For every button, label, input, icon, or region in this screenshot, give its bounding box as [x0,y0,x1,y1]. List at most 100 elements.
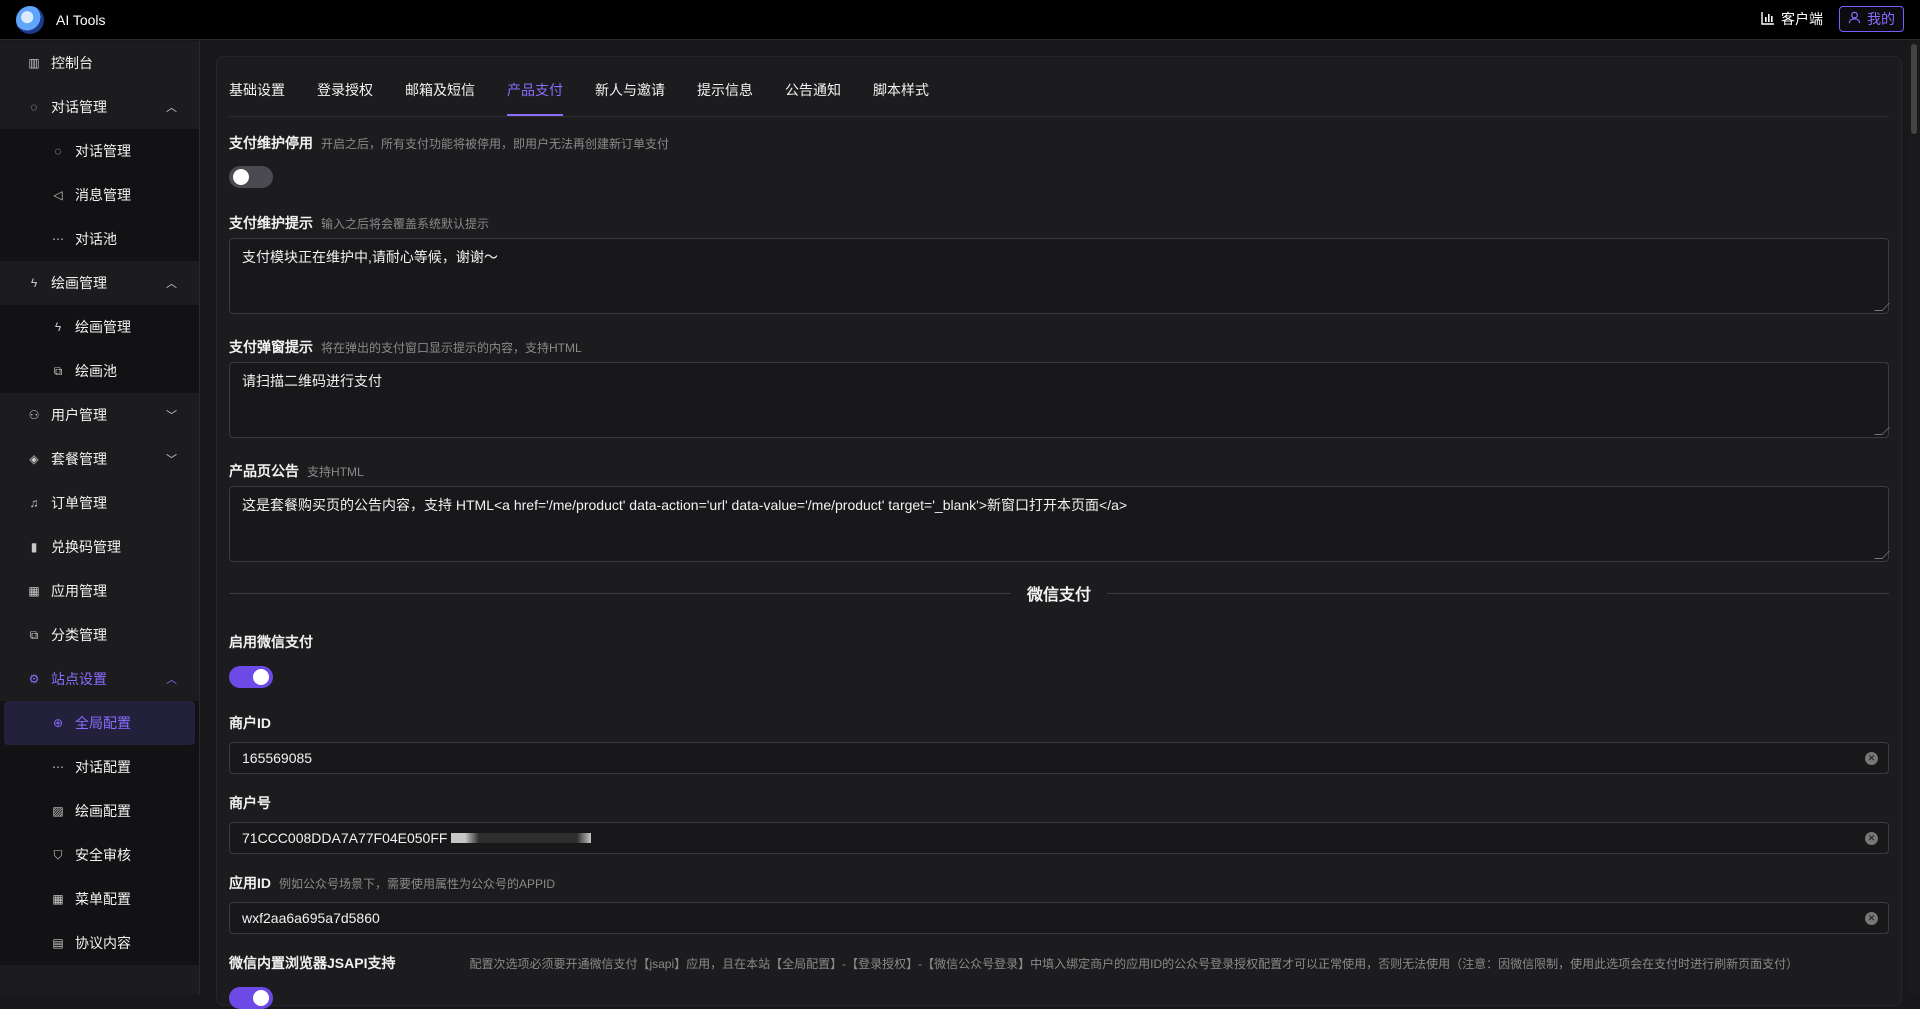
tab-script-style[interactable]: 脚本样式 [873,80,929,116]
app-id-hint: 例如公众号场景下，需要使用属性为公众号的APPID [279,877,556,891]
chevron-up-icon: ︿ [166,102,177,114]
tab-newcomer-invite[interactable]: 新人与邀请 [595,80,665,116]
maintenance-tip-textarea[interactable]: 支付模块正在维护中,请耐心等候，谢谢～ [229,238,1890,314]
maintenance-label-row: 支付维护停用 开启之后，所有支付功能将被停用，即用户无法再创建新订单支付 [229,133,669,153]
sidebar-item-label: 对话管理 [51,99,107,115]
resize-handle-icon[interactable] [1874,551,1890,559]
app-logo[interactable] [16,5,44,34]
wechat-enable-label-row: 启用微信支付 [229,632,313,652]
grid-icon: ▦ [52,892,64,906]
product-notice-label: 产品页公告 [229,463,299,479]
sidebar-item-label: 应用管理 [51,583,107,599]
popup-tip-textarea[interactable]: 请扫描二维码进行支付 [229,362,1890,438]
chevron-down-icon: ﹀ [166,454,177,466]
sidebar-item-chat-management[interactable]: ◌ 对话管理 ︿ [0,85,199,129]
bell-icon: ♫ [29,496,39,510]
grid-icon: ▦ [28,584,40,598]
product-notice-textarea[interactable]: 这是套餐购买页的公告内容，支持 HTML<a href='/me/product… [229,486,1890,562]
sidebar-subitem-chat-management[interactable]: ◌ 对话管理 [0,129,199,173]
sidebar-subitem-chat-pool[interactable]: ⋯ 对话池 [0,217,199,261]
jsapi-label: 微信内置浏览器JSAPI支持 [229,955,396,971]
sidebar-item-label: 协议内容 [75,935,131,951]
dots-icon: ⋯ [52,760,64,774]
sidebar-item-order-management[interactable]: ♫ 订单管理 [0,481,199,525]
tab-login-auth[interactable]: 登录授权 [317,80,373,116]
resize-handle-icon[interactable] [1874,303,1890,311]
chevron-up-icon: ︿ [166,674,177,686]
main-panel: 基础设置 登录授权 邮箱及短信 产品支付 新人与邀请 提示信息 公告通知 脚本样… [216,56,1902,1009]
app-id-input[interactable]: wxf2aa6a695a7d5860 ✕ [229,902,1889,934]
product-notice-label-row: 产品页公告 支持HTML [229,461,364,481]
chevron-up-icon: ︿ [166,278,177,290]
tab-email-sms[interactable]: 邮箱及短信 [405,80,475,116]
sidebar-subitem-global-config[interactable]: ⊕ 全局配置 [4,701,195,745]
page-scrollbar[interactable] [1908,42,1920,995]
toggle-knob [233,169,249,185]
copy-icon: ⧉ [29,627,39,642]
client-label: 客户端 [1781,11,1823,27]
bolt-icon: ϟ [54,320,62,334]
sidebar-item-label: 套餐管理 [51,451,107,467]
chat-icon: ◌ [54,144,62,158]
tab-announcement[interactable]: 公告通知 [785,80,841,116]
maintenance-hint: 开启之后，所有支付功能将被停用，即用户无法再创建新订单支付 [321,137,670,151]
sidebar-item-label: 控制台 [51,55,93,71]
sidebar-item-dashboard[interactable]: ▥ 控制台 [0,41,199,85]
jsapi-toggle[interactable] [229,987,273,1009]
sidebar-item-category-management[interactable]: ⧉ 分类管理 [0,613,199,657]
sidebar-item-label: 对话管理 [75,143,131,159]
popup-tip-label: 支付弹窗提示 [229,339,313,355]
sidebar-item-redeem-code-management[interactable]: ▮ 兑换码管理 [0,525,199,569]
wechat-enable-toggle[interactable] [229,666,273,688]
sidebar-subitem-security-review[interactable]: ⛉ 安全审核 [0,833,199,877]
sidebar: ▥ 控制台 ◌ 对话管理 ︿ ◌ 对话管理 ◁ 消息管理 ⋯ 对话池 ϟ 绘画管… [0,41,200,995]
app-id-label: 应用ID [229,875,271,891]
shield-icon: ⛉ [53,847,63,862]
redaction-mark [451,833,592,843]
sidebar-subitem-drawing-config[interactable]: ▨ 绘画配置 [0,789,199,833]
popup-tip-value: 请扫描二维码进行支付 [242,373,382,389]
tab-prompt-info[interactable]: 提示信息 [697,80,753,116]
merchant-id-value: 165569085 [242,750,313,766]
toggle-knob [253,990,269,1006]
sidebar-item-label: 绘画池 [75,363,117,379]
scrollbar-thumb[interactable] [1911,44,1917,134]
sidebar-item-label: 绘画管理 [75,319,131,335]
client-link[interactable]: 客户端 [1761,9,1823,29]
chart-icon: ▥ [28,56,40,70]
my-account-button[interactable]: 我的 [1839,6,1904,32]
maintenance-toggle[interactable] [229,166,273,188]
sidebar-item-package-management[interactable]: ◈ 套餐管理 ﹀ [0,437,199,481]
sidebar-subitem-chat-config[interactable]: ⋯ 对话配置 [0,745,199,789]
chevron-down-icon: ﹀ [166,410,177,422]
clear-icon[interactable]: ✕ [1865,752,1878,765]
sidebar-item-app-management[interactable]: ▦ 应用管理 [0,569,199,613]
doc-icon: ▤ [52,936,64,950]
tab-basic-settings[interactable]: 基础设置 [229,80,285,116]
merchant-key-input[interactable]: 71CCC008DDA7A77F04E050FF ✕ [229,822,1889,854]
app-id-label-row: 应用ID 例如公众号场景下，需要使用属性为公众号的APPID [229,873,555,893]
globe-icon: ⊕ [52,716,64,730]
user-icon: ⚇ [28,408,40,422]
sidebar-subitem-drawing-pool[interactable]: ⧉ 绘画池 [0,349,199,393]
sidebar-subitem-agreement-content[interactable]: ▤ 协议内容 [0,921,199,965]
sidebar-subitem-drawing-management[interactable]: ϟ 绘画管理 [0,305,199,349]
sidebar-subitem-menu-config[interactable]: ▦ 菜单配置 [0,877,199,921]
merchant-id-input[interactable]: 165569085 ✕ [229,742,1889,774]
maintenance-tip-value: 支付模块正在维护中,请耐心等候，谢谢～ [242,249,498,265]
submenu-chat: ◌ 对话管理 ◁ 消息管理 ⋯ 对话池 [0,129,199,261]
clear-icon[interactable]: ✕ [1865,832,1878,845]
divider-line [1107,592,1890,594]
sidebar-item-site-settings[interactable]: ⚙ 站点设置 ︿ [0,657,199,701]
sidebar-item-label: 菜单配置 [75,891,131,907]
dots-icon: ⋯ [52,232,64,246]
sidebar-subitem-message-management[interactable]: ◁ 消息管理 [0,173,199,217]
clear-icon[interactable]: ✕ [1865,912,1878,925]
sidebar-item-user-management[interactable]: ⚇ 用户管理 ﹀ [0,393,199,437]
resize-handle-icon[interactable] [1874,427,1890,435]
popup-tip-label-row: 支付弹窗提示 将在弹出的支付窗口显示提示的内容，支持HTML [229,337,582,357]
tab-product-payment[interactable]: 产品支付 [507,80,563,116]
submenu-site-settings: ⊕ 全局配置 ⋯ 对话配置 ▨ 绘画配置 ⛉ 安全审核 ▦ 菜单配置 ▤ 协议内… [0,701,199,965]
sidebar-item-label: 消息管理 [75,187,131,203]
sidebar-item-drawing-management[interactable]: ϟ 绘画管理 ︿ [0,261,199,305]
